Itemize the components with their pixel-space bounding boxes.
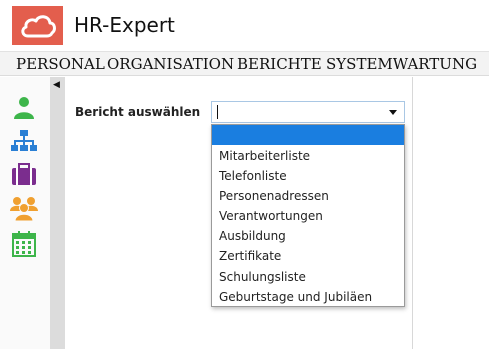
text-cursor — [217, 105, 218, 119]
dropdown-option-verantwortungen[interactable]: Verantwortungen — [219, 208, 323, 224]
chevron-down-icon[interactable] — [389, 110, 397, 115]
dropdown-option-telefonliste[interactable]: Telefonliste — [219, 168, 287, 184]
dropdown-option-zertifikate[interactable]: Zertifikate — [219, 248, 281, 264]
dropdown-option-ausbildung[interactable]: Ausbildung — [219, 228, 286, 244]
org-chart-icon[interactable] — [9, 126, 39, 156]
sidebar-splitter[interactable] — [50, 77, 65, 349]
report-select[interactable] — [211, 101, 405, 123]
report-dropdown-list: Mitarbeiterliste Telefonliste Personenad… — [211, 124, 405, 307]
cloud-logo-icon — [12, 6, 63, 45]
dropdown-option-personenadressen[interactable]: Personenadressen — [219, 188, 329, 204]
dropdown-option-geburtstage[interactable]: Geburtstage und Jubiläen — [219, 289, 372, 305]
menu-berichte[interactable]: Berichte — [237, 55, 322, 73]
calendar-icon[interactable] — [9, 229, 39, 259]
dropdown-option-schulungsliste[interactable]: Schulungsliste — [219, 269, 306, 285]
group-icon[interactable] — [9, 193, 39, 223]
menu-personal[interactable]: Personal — [16, 55, 105, 73]
briefcase-icon[interactable] — [9, 159, 39, 189]
report-select-label: Bericht auswählen — [75, 105, 201, 119]
collapse-left-icon[interactable]: ◀ — [53, 80, 60, 90]
app-header: HR-Expert — [0, 0, 489, 51]
menu-organisation[interactable]: Organisation — [107, 55, 234, 73]
main-menu: Personal Organisation Berichte Systemwar… — [0, 51, 489, 76]
person-icon[interactable] — [9, 92, 39, 122]
app-title: HR-Expert — [74, 13, 175, 37]
dropdown-option-empty-selected[interactable] — [212, 125, 404, 145]
sidebar — [0, 77, 50, 349]
dropdown-option-mitarbeiterliste[interactable]: Mitarbeiterliste — [219, 148, 310, 164]
menu-systemwartung[interactable]: Systemwartung — [326, 55, 477, 73]
